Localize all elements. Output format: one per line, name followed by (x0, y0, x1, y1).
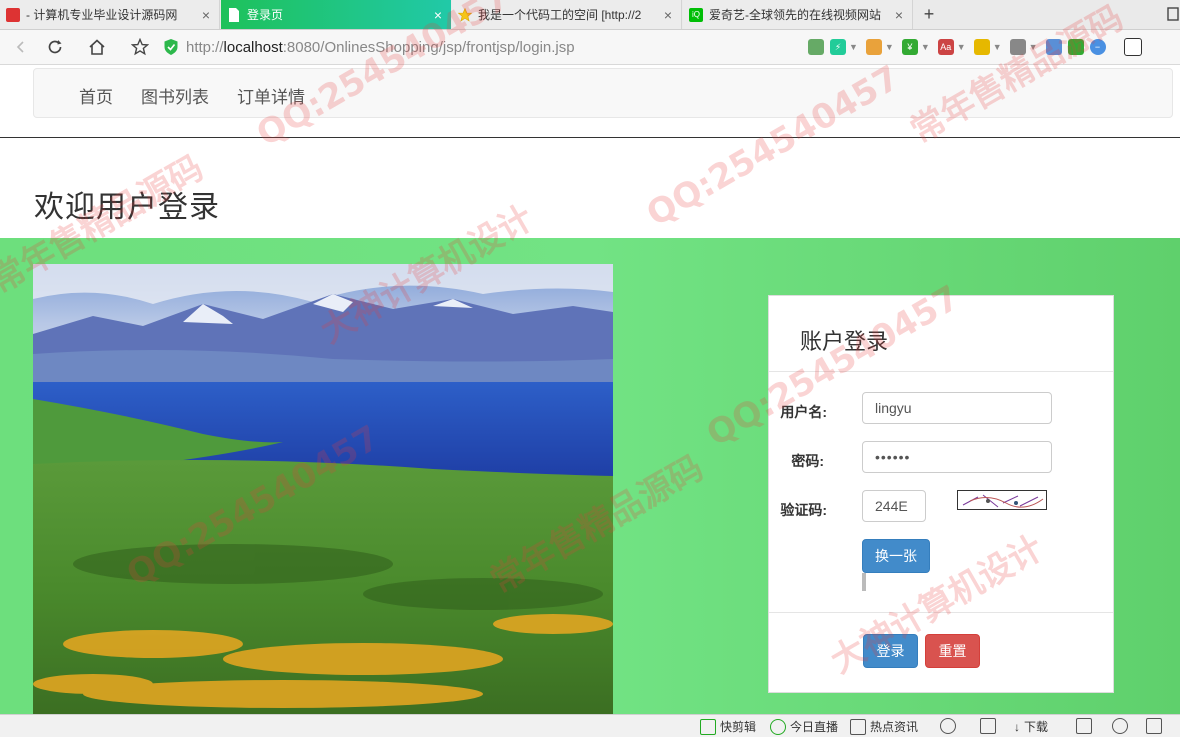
extension-game-icon[interactable] (1009, 39, 1026, 55)
browser-tab-code-space[interactable]: 我是一个代码工的空间 [http://2 × (452, 0, 682, 29)
statusbar-browser-icon[interactable] (1112, 718, 1132, 734)
panel-divider (769, 612, 1113, 613)
bookmark-star-icon[interactable] (127, 34, 153, 60)
play-icon (700, 718, 716, 735)
statusbar-label: 快剪辑 (720, 720, 757, 734)
back-icon[interactable] (8, 34, 34, 60)
login-panel-title: 账户登录 (800, 330, 889, 355)
nav-item-order-details[interactable]: 订单详情 (237, 83, 305, 108)
iqiyi-favicon-icon: iQ (689, 7, 703, 22)
tab-close-icon[interactable]: × (890, 7, 908, 23)
statusbar-label: 热点资讯 (870, 720, 919, 734)
window-menu-icon[interactable] (1166, 7, 1180, 21)
extension-grid-icon[interactable] (865, 39, 882, 55)
site-favicon-icon (6, 7, 20, 22)
statusbar-feedback-icon[interactable] (1076, 718, 1096, 734)
url-prefix: http:// (186, 38, 224, 56)
tab-close-icon[interactable]: × (197, 7, 215, 23)
username-label: 用户名: (780, 404, 827, 420)
tab-label: 爱奇艺-全球领先的在线视频网站 (709, 8, 881, 22)
extension-translate-icon[interactable]: Aa (937, 39, 954, 55)
url-path: :8080/OnlinesShopping/jsp/frontjsp/login… (282, 38, 575, 56)
extension-zoom-out-icon[interactable]: − (1089, 39, 1106, 55)
new-tab-button[interactable]: + (918, 3, 940, 25)
dropdown-caret-icon[interactable]: ▼ (885, 42, 894, 52)
tab-label: - 计算机专业毕业设计源码网 (26, 8, 178, 22)
feedback-icon (1076, 718, 1092, 734)
extension-book-icon[interactable] (1067, 39, 1084, 55)
extension-search-icon[interactable] (1045, 39, 1062, 55)
site-navbar: 首页 图书列表 订单详情 (33, 68, 1173, 118)
download-arrow-icon: ↓ (1014, 719, 1020, 734)
statusbar-live[interactable]: 今日直播 (770, 718, 838, 735)
textarea-resize-handle (862, 573, 866, 591)
password-input[interactable]: •••••• (862, 441, 1052, 473)
extension-toolbar: ⚡ ▼ ▼ ¥ ▼ Aa ▼ ▼ ▼ − (808, 37, 1142, 57)
statusbar-quick-edit[interactable]: 快剪辑 (700, 718, 756, 735)
star-favicon-icon (458, 7, 472, 22)
browser-tab-strip: - 计算机专业毕业设计源码网 × 登录页 × 我是一个代码工的空间 [http:… (0, 0, 1180, 30)
window-icon (1146, 718, 1162, 734)
dropdown-caret-icon[interactable]: ▼ (993, 42, 1002, 52)
nav-item-home[interactable]: 首页 (79, 83, 113, 108)
reload-icon[interactable] (42, 34, 68, 60)
browser-tab-login[interactable]: 登录页 × (221, 0, 451, 29)
news-icon (850, 718, 866, 735)
security-shield-icon (164, 39, 178, 55)
statusbar-window-icon[interactable] (1146, 718, 1166, 734)
rocket-icon (980, 718, 996, 734)
nav-item-book-list[interactable]: 图书列表 (141, 83, 209, 108)
extension-yen-icon[interactable]: ¥ (901, 39, 918, 55)
refresh-captcha-button[interactable]: 换一张 (862, 539, 930, 573)
login-button[interactable]: 登录 (863, 634, 918, 668)
captcha-input[interactable]: 244E (862, 490, 926, 522)
extension-screenshot-icon[interactable] (973, 39, 990, 55)
divider (0, 137, 1180, 138)
live-icon (770, 718, 786, 735)
browser-tab-source-site[interactable]: - 计算机专业毕业设计源码网 × (0, 0, 220, 29)
dropdown-caret-icon[interactable]: ▼ (849, 42, 858, 52)
statusbar-download[interactable]: ↓ 下载 (1014, 718, 1048, 735)
refresh-icon (940, 718, 956, 734)
home-icon[interactable] (84, 34, 110, 60)
extension-lightning-icon[interactable]: ⚡ (830, 39, 846, 55)
browser-status-bar: 快剪辑 今日直播 热点资讯 ↓ 下载 (0, 714, 1180, 737)
page-title: 欢迎用户登录 (34, 190, 220, 225)
extension-leaf-icon[interactable] (808, 39, 824, 55)
captcha-image[interactable] (957, 490, 1047, 510)
landscape-photo (33, 264, 613, 716)
browser-tab-iqiyi[interactable]: iQ 爱奇艺-全球领先的在线视频网站 × (683, 0, 913, 29)
statusbar-label: 今日直播 (790, 720, 839, 734)
sidebar-toggle-icon[interactable] (1123, 38, 1142, 56)
username-input[interactable]: lingyu (862, 392, 1052, 424)
panel-divider (769, 371, 1113, 372)
statusbar-news[interactable]: 热点资讯 (850, 718, 918, 735)
reset-button[interactable]: 重置 (925, 634, 980, 668)
statusbar-label: 下载 (1024, 720, 1049, 734)
browser-icon (1112, 718, 1128, 734)
dropdown-caret-icon[interactable]: ▼ (957, 42, 966, 52)
url-host: localhost (223, 38, 283, 56)
password-label: 密码: (791, 453, 824, 469)
dropdown-caret-icon[interactable]: ▼ (921, 42, 930, 52)
address-bar[interactable]: http://localhost:8080/OnlinesShopping/js… (164, 34, 844, 60)
login-panel: 账户登录 用户名: lingyu 密码: •••••• 验证码: 244E 换一… (768, 295, 1114, 693)
dropdown-caret-icon[interactable]: ▼ (1029, 42, 1038, 52)
browser-toolbar: http://localhost:8080/OnlinesShopping/js… (0, 30, 1180, 65)
tab-close-icon[interactable]: × (429, 7, 447, 23)
tab-label: 登录页 (247, 8, 284, 22)
page-favicon-icon (227, 7, 241, 22)
statusbar-rocket-icon[interactable] (980, 718, 1000, 734)
captcha-label: 验证码: (780, 502, 827, 518)
tab-label: 我是一个代码工的空间 [http://2 (478, 8, 642, 22)
statusbar-refresh-icon[interactable] (940, 718, 960, 734)
tab-close-icon[interactable]: × (659, 7, 677, 23)
